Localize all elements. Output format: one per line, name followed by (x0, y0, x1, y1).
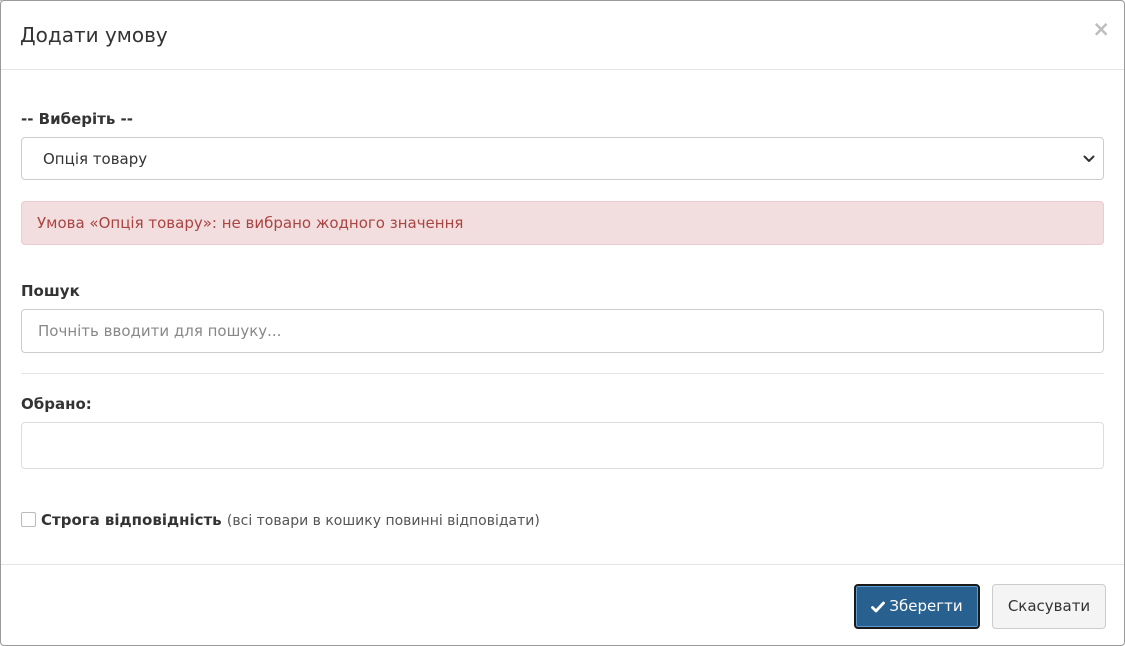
save-button-label: Зберегти (889, 597, 963, 615)
chevron-down-icon (1083, 155, 1095, 162)
strict-match-label[interactable]: Строга відповідність (всі товари в кошик… (41, 510, 540, 531)
selected-items-box[interactable] (21, 422, 1104, 469)
divider (21, 373, 1104, 374)
validation-alert: Умова «Опція товару»: не вибрано жодного… (21, 201, 1104, 245)
strict-match-title: Строга відповідність (41, 511, 222, 529)
save-button[interactable]: Зберегти (854, 584, 980, 629)
check-icon (871, 601, 886, 613)
strict-match-note: (всі товари в кошику повинні відповідати… (226, 513, 540, 529)
add-condition-modal: Додати умову × -- Виберіть -- Опція това… (0, 0, 1125, 646)
condition-type-select[interactable]: Опція товару (21, 137, 1104, 180)
search-input[interactable] (21, 309, 1104, 353)
search-label: Пошук (21, 282, 80, 300)
modal-title: Додати умову (20, 23, 168, 47)
validation-alert-text: Умова «Опція товару»: не вибрано жодного… (37, 214, 464, 232)
condition-type-selected-value: Опція товару (43, 150, 148, 168)
selected-label: Обрано: (21, 395, 92, 413)
close-icon[interactable]: × (1092, 17, 1110, 41)
strict-match-checkbox[interactable] (21, 512, 36, 527)
cancel-button[interactable]: Скасувати (992, 584, 1106, 629)
modal-header: Додати умову × (1, 1, 1124, 70)
condition-type-label: -- Виберіть -- (21, 110, 133, 128)
modal-footer: Зберегти Скасувати (1, 564, 1124, 645)
